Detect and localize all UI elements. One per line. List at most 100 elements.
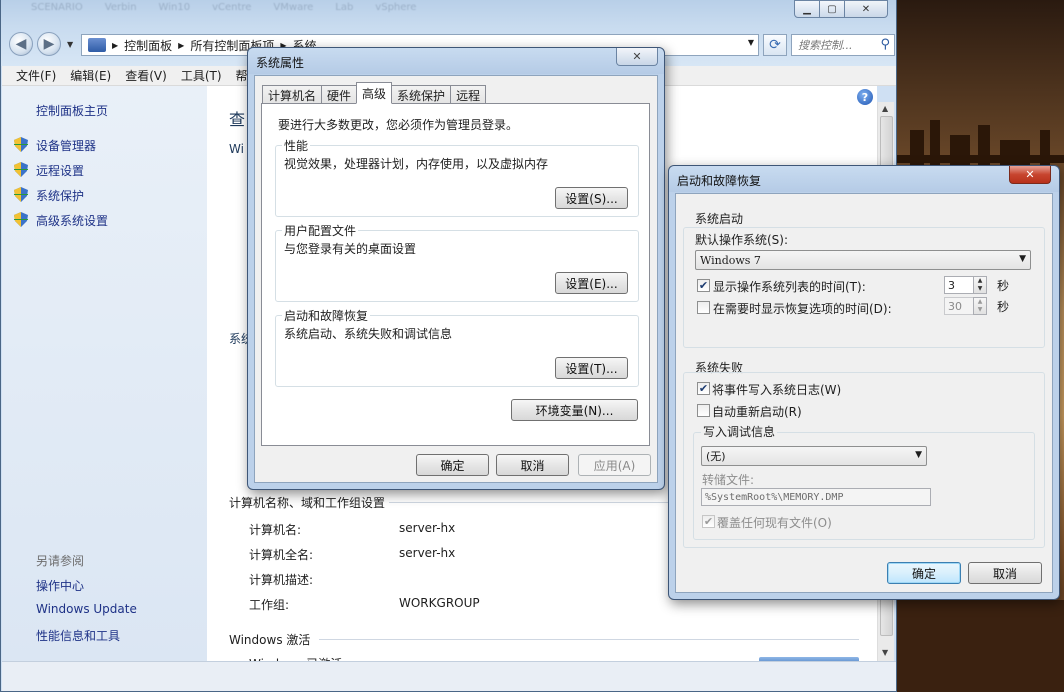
sidebar: 控制面板主页 设备管理器 远程设置 系统保护 高级系统设置 另请参阅 操作中心 … [2,86,207,661]
help-icon[interactable]: ? [857,89,873,105]
ghost-item: vCentre [212,2,252,13]
seconds-unit: 秒 [997,300,1010,314]
menu-edit[interactable]: 编辑(E) [70,67,111,84]
chevron-down-icon: ▼ [915,450,922,460]
maximize-button[interactable]: ▢ [819,0,845,18]
workgroup-value: WORKGROUP [399,596,480,610]
sidebar-item-system-protection[interactable]: 系统保护 [36,187,84,204]
default-os-select[interactable]: Windows 7 ▼ [695,250,1031,270]
group-description: 系统启动、系统失败和调试信息 [284,327,453,341]
search-input[interactable] [792,35,872,55]
debug-info-title: 写入调试信息 [701,423,778,440]
address-dropdown-icon[interactable]: ▼ [748,38,754,47]
dialog-titlebar: 系统属性 ✕ [248,48,664,74]
startup-cancel-button[interactable]: 取消 [968,562,1042,584]
ghost-item: Lab [335,2,354,13]
close-button[interactable]: ✕ [844,0,888,18]
chevron-right-icon[interactable]: ▶ [178,41,184,50]
performance-settings-button[interactable]: 设置(S)... [555,187,628,209]
tab-system-protection[interactable]: 系统保护 [391,85,452,104]
tab-hardware[interactable]: 硬件 [321,85,358,104]
show-recovery-checkbox[interactable] [697,301,710,314]
close-icon[interactable]: ✕ [1009,166,1051,184]
cancel-button[interactable]: 取消 [496,454,569,476]
ghost-item: Win10 [158,2,191,13]
dump-file-label: 转储文件: [702,473,755,487]
sidebar-item-windows-update[interactable]: Windows Update [36,602,137,616]
show-list-seconds-input[interactable]: 3 [944,276,974,294]
write-event-label: 将事件写入系统日志(W) [712,383,842,397]
page-title: 查 [229,110,246,129]
windows-edition-heading: Wi [229,142,244,156]
breadcrumb-item[interactable]: 控制面板 [124,37,172,54]
write-event-checkbox[interactable]: ✔ [697,382,710,395]
default-os-value: Windows 7 [700,253,761,267]
ghost-item: VMware [273,2,314,13]
full-name-value: server-hx [399,546,456,560]
startup-recovery-group: 启动和故障恢复 系统启动、系统失败和调试信息 设置(T)... [275,307,639,387]
search-box[interactable]: ⚲ [791,34,895,56]
auto-restart-checkbox[interactable] [697,404,710,417]
sidebar-item-device-manager[interactable]: 设备管理器 [36,137,96,154]
history-dropdown-icon[interactable]: ▼ [67,40,73,49]
section-title: Windows 激活 [229,633,311,647]
debug-info-select[interactable]: (无) ▼ [701,446,927,466]
tab-computer-name[interactable]: 计算机名 [262,85,323,104]
tab-strip: 计算机名 硬件 高级 系统保护 远程 [262,82,487,104]
sidebar-home-link[interactable]: 控制面板主页 [36,102,108,119]
overwrite-label: 覆盖任何现有文件(O) [717,516,832,530]
full-name-label: 计算机全名: [249,548,314,562]
tab-advanced[interactable]: 高级 [356,82,393,104]
show-list-label: 显示操作系统列表的时间(T): [713,280,866,294]
section-title: 计算机名称、域和工作组设置 [229,496,386,510]
ghost-item: vSphere [375,2,417,13]
group-description: 视觉效果，处理器计划，内存使用，以及虚拟内存 [284,157,549,171]
spin-buttons[interactable]: ▲ ▼ [973,276,987,294]
control-panel-icon [88,38,106,52]
scroll-down-icon[interactable]: ▼ [882,648,888,657]
startup-settings-button[interactable]: 设置(T)... [555,357,628,379]
apply-button[interactable]: 应用(A) [578,454,651,476]
shield-icon [14,137,28,152]
menu-file[interactable]: 文件(F) [16,67,56,84]
show-recovery-label: 在需要时显示恢复选项的时间(D): [713,302,892,316]
search-icon[interactable]: ⚲ [880,37,890,52]
profiles-settings-button[interactable]: 设置(E)... [555,272,628,294]
default-os-label: 默认操作系统(S): [695,233,789,247]
startup-group-title: 系统启动 [695,212,744,226]
tab-remote[interactable]: 远程 [450,85,487,104]
shield-icon [14,162,28,177]
menu-tools[interactable]: 工具(T) [181,67,222,84]
close-icon[interactable]: ✕ [616,48,658,66]
caption-buttons: ▁ ▢ ✕ [794,0,888,18]
startup-ok-button[interactable]: 确定 [887,562,961,584]
forward-arrow-icon[interactable]: ▶ [37,32,61,56]
group-title: 性能 [282,137,311,154]
see-also-heading: 另请参阅 [36,554,85,568]
shield-icon [14,187,28,202]
menu-help[interactable]: 帮 [236,67,248,84]
workgroup-label: 工作组: [249,598,290,612]
ok-button[interactable]: 确定 [416,454,489,476]
sidebar-item-action-center[interactable]: 操作中心 [36,577,84,594]
show-recovery-seconds-input[interactable]: 30 [944,297,974,315]
sidebar-item-advanced-settings[interactable]: 高级系统设置 [36,212,108,229]
chevron-right-icon[interactable]: ▶ [112,41,118,50]
dump-file-input[interactable]: %SystemRoot%\MEMORY.DMP [701,488,931,506]
taskbar-ghost-items: SCENARIO Verbin Win10 vCentre VMware Lab… [31,2,416,13]
auto-restart-label: 自动重新启动(R) [712,405,802,419]
overwrite-checkbox[interactable]: ✔ [702,515,715,528]
back-arrow-icon[interactable]: ◀ [9,32,33,56]
scroll-up-icon[interactable]: ▲ [882,104,888,113]
refresh-icon[interactable]: ⟳ [763,34,787,56]
minimize-button[interactable]: ▁ [794,0,820,18]
show-list-checkbox[interactable]: ✔ [697,279,710,292]
dialog-title: 启动和故障恢复 [677,174,762,188]
activation-section: Windows 激活 [229,631,869,648]
environment-variables-button[interactable]: 环境变量(N)... [511,399,638,421]
sidebar-item-remote-settings[interactable]: 远程设置 [36,162,84,179]
spin-buttons[interactable]: ▲ ▼ [973,297,987,315]
menu-view[interactable]: 查看(V) [125,67,167,84]
sidebar-item-performance[interactable]: 性能信息和工具 [36,627,120,644]
dialog-titlebar: 启动和故障恢复 ✕ [669,166,1059,192]
